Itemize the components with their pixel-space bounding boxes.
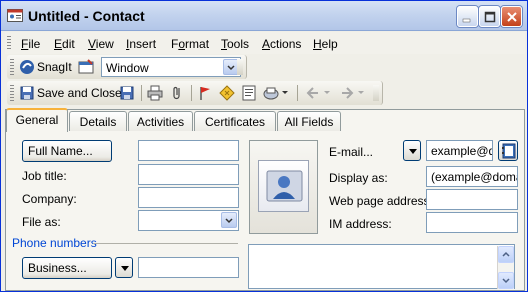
- tab-details[interactable]: Details: [69, 111, 127, 131]
- company-field[interactable]: [138, 187, 239, 208]
- display-as-label: Display as:: [329, 171, 388, 185]
- maximize-icon: [484, 11, 496, 23]
- chevron-down-icon: [225, 218, 233, 224]
- menu-bar: File Edit View Insert Format Tools Actio…: [5, 32, 525, 54]
- business-phone-type-dropdown[interactable]: [115, 257, 133, 278]
- save-and-close-icon: [20, 86, 34, 100]
- menu-grip[interactable]: [7, 36, 11, 50]
- email-field[interactable]: example@do: [426, 140, 493, 161]
- snagit-label[interactable]: SnagIt: [37, 60, 72, 74]
- snagit-icon[interactable]: [19, 59, 35, 75]
- contact-photo-frame[interactable]: [249, 140, 318, 234]
- toolbar-options-chevron[interactable]: [373, 85, 379, 101]
- full-name-field[interactable]: [138, 140, 239, 161]
- display-as-field[interactable]: (example@domair: [426, 166, 518, 187]
- menu-view[interactable]: View: [88, 37, 114, 51]
- save-icon[interactable]: [119, 85, 135, 101]
- full-name-button[interactable]: Full Name...: [22, 140, 112, 162]
- window-title: Untitled - Contact: [28, 8, 145, 24]
- print-icon[interactable]: [147, 85, 163, 101]
- dropdown-arrow-icon: [409, 149, 417, 154]
- close-icon: [507, 12, 517, 22]
- chevron-up-icon: [502, 251, 510, 257]
- menu-insert[interactable]: Insert: [126, 37, 156, 51]
- tab-activities[interactable]: Activities: [128, 111, 193, 131]
- web-page-address-field[interactable]: [426, 189, 518, 210]
- menu-format[interactable]: Format: [171, 37, 209, 51]
- toolbar-options-chevron[interactable]: [237, 59, 243, 75]
- notes-scrollbar[interactable]: [497, 246, 514, 289]
- email-type-dropdown[interactable]: [403, 140, 421, 161]
- web-page-address-label: Web page address:: [329, 194, 433, 208]
- options-dropdown-icon[interactable]: [281, 89, 289, 97]
- phone-numbers-section-label: Phone numbers: [12, 236, 97, 250]
- notes-area[interactable]: [248, 244, 515, 289]
- contact-window: Untitled - Contact File Edit View Insert…: [0, 0, 528, 292]
- menu-actions[interactable]: Actions: [262, 37, 301, 51]
- chevron-down-icon: [227, 65, 235, 71]
- capture-mode-value: Window: [106, 61, 149, 75]
- email-label[interactable]: E-mail...: [329, 145, 373, 159]
- company-label: Company:: [22, 192, 77, 206]
- im-address-label: IM address:: [329, 217, 392, 231]
- minimize-button[interactable]: [457, 6, 478, 27]
- job-title-field[interactable]: [138, 164, 239, 185]
- toolbar-separator: [141, 85, 142, 101]
- minimize-icon: [462, 18, 471, 23]
- menu-edit[interactable]: Edit: [54, 37, 75, 51]
- standard-toolbar: Save and Close: [7, 81, 383, 105]
- contact-picture-button[interactable]: [258, 160, 309, 212]
- tab-certificates[interactable]: Certificates: [194, 111, 276, 131]
- capture-mode-combo[interactable]: Window: [101, 57, 241, 77]
- attach-icon[interactable]: [169, 85, 185, 101]
- file-as-combo[interactable]: [138, 210, 239, 231]
- previous-icon[interactable]: [305, 85, 321, 101]
- address-book-icon: [502, 143, 516, 159]
- menu-help[interactable]: Help: [313, 37, 338, 51]
- chevron-down-icon: [502, 278, 510, 284]
- business-phone-field[interactable]: [138, 257, 239, 278]
- section-divider: [93, 243, 238, 244]
- job-title-label: Job title:: [22, 169, 67, 183]
- tab-all-fields[interactable]: All Fields: [277, 111, 341, 131]
- details-icon[interactable]: [241, 85, 257, 101]
- title-bar[interactable]: Untitled - Contact: [1, 1, 527, 31]
- business-phone-button[interactable]: Business...: [22, 257, 112, 279]
- capture-profile-icon[interactable]: [78, 59, 94, 75]
- snagit-toolbar: SnagIt Window: [7, 55, 247, 79]
- toolbar-grip[interactable]: [10, 85, 14, 101]
- maximize-button[interactable]: [479, 6, 500, 27]
- next-icon[interactable]: [339, 85, 355, 101]
- close-button[interactable]: [501, 6, 522, 27]
- file-as-label: File as:: [22, 215, 61, 229]
- im-address-field[interactable]: [426, 212, 518, 233]
- dropdown-arrow-icon: [121, 266, 129, 271]
- save-and-close-button[interactable]: Save and Close: [37, 86, 122, 100]
- address-book-button[interactable]: [498, 140, 518, 161]
- tab-general[interactable]: General: [6, 108, 68, 132]
- flag-icon[interactable]: [197, 85, 213, 101]
- contact-photo-placeholder-icon: [266, 170, 303, 202]
- toolbar-separator: [297, 85, 298, 101]
- next-dropdown-icon[interactable]: [357, 89, 365, 97]
- scroll-down-button[interactable]: [498, 272, 514, 289]
- categories-icon[interactable]: [219, 85, 235, 101]
- toolbar-separator: [191, 85, 192, 101]
- previous-dropdown-icon[interactable]: [323, 89, 331, 97]
- contact-card-icon: [7, 9, 23, 22]
- toolbar-grip[interactable]: [10, 59, 14, 75]
- options-icon[interactable]: [263, 85, 279, 101]
- file-as-dropdown-button[interactable]: [221, 212, 237, 228]
- menu-file[interactable]: File: [21, 37, 40, 51]
- menu-tools[interactable]: Tools: [221, 37, 249, 51]
- scroll-up-button[interactable]: [498, 246, 514, 263]
